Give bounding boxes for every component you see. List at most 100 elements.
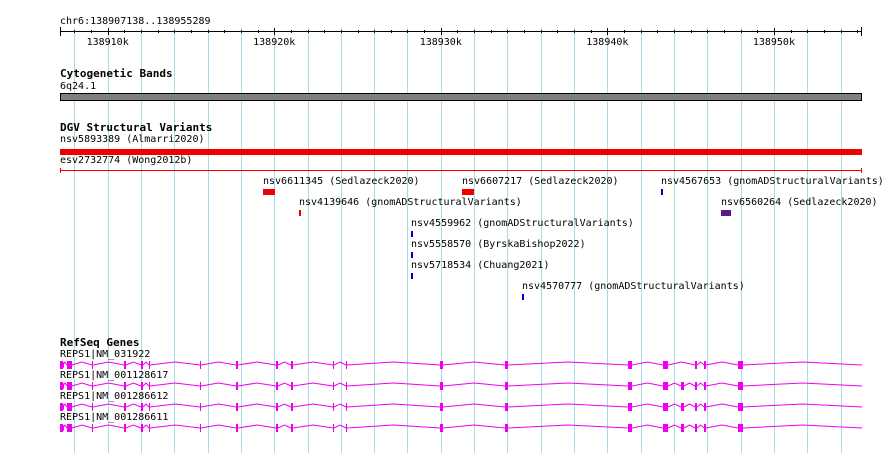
exon [149,382,150,390]
intron [277,382,292,387]
sv-feature-label[interactable]: nsv4570777 (gnomADStructuralVariants) [522,281,745,292]
intron [92,403,125,408]
sv-feature-bar[interactable] [299,210,301,216]
exon [333,424,334,432]
cytoband-label: 6q24.1 [60,81,97,92]
exon [681,403,684,411]
intron [71,403,93,408]
intron [742,361,863,366]
intron [149,361,201,366]
intron [292,403,334,408]
transcript-model[interactable] [60,360,870,370]
exon [141,382,143,390]
sv-feature-bar[interactable] [263,189,275,195]
exon [276,361,278,369]
sv-feature-label[interactable]: nsv4139646 (gnomADStructuralVariants) [299,197,522,208]
transcript-label[interactable]: REPS1|NM_001286612 [60,391,168,402]
transcript-model[interactable] [60,423,870,433]
sv-feature-label[interactable]: nsv5558570 (ByrskaBishop2022) [411,239,586,250]
exon [124,382,126,390]
sv-feature-label[interactable]: nsv6560264 (Sedlazeck2020) [721,197,878,208]
sv-feature-label[interactable]: nsv5718534 (Chuang2021) [411,260,549,271]
exon [200,361,201,369]
intron [125,424,142,429]
intron [237,361,277,366]
exon [346,361,347,369]
transcript-label[interactable]: REPS1|NM_001286611 [60,412,168,423]
exon [663,361,668,369]
intron [507,403,629,408]
intron [142,382,150,387]
exon [704,424,706,432]
exon [200,403,201,411]
sv-feature-bar[interactable] [661,189,663,195]
intron [696,361,705,366]
region-label: chr6:138907138..138955289 [60,16,211,27]
sv-feature-line [60,170,862,171]
exon [141,403,143,411]
sv-feature-label[interactable]: esv2732774 (Wong2012b) [60,155,192,166]
intron [142,424,150,429]
exon [149,424,150,432]
sv-feature-label[interactable]: nsv4567653 (gnomADStructuralVariants) [661,176,884,187]
intron [125,382,142,387]
exon [695,424,697,432]
exon [291,382,293,390]
transcript-label[interactable]: REPS1|NM_031922 [60,349,150,360]
exon [346,403,347,411]
intron [277,424,292,429]
sv-feature-label[interactable]: nsv4559962 (gnomADStructuralVariants) [411,218,634,229]
transcript-model[interactable] [60,381,870,391]
intron [92,424,125,429]
exon [67,382,72,390]
sv-feature-bar[interactable] [522,294,524,300]
exon [346,424,347,432]
intron [292,424,334,429]
intron [237,403,277,408]
cytoband-bar[interactable] [60,93,862,101]
exon [738,424,743,432]
intron [507,361,629,366]
intron [742,382,863,387]
intron [696,424,705,429]
intron [696,403,705,408]
sv-feature-bar[interactable] [60,168,862,173]
exon [738,361,743,369]
exon [505,403,508,411]
sv-feature-label[interactable]: nsv6607217 (Sedlazeck2020) [462,176,619,187]
sv-feature-bar[interactable] [721,210,731,216]
exon [628,403,632,411]
exon [67,424,72,432]
ruler-track[interactable]: 138910k 138920k 138930k 138940k 138950k [0,0,890,60]
sv-feature-label[interactable]: nsv6611345 (Sedlazeck2020) [263,176,420,187]
exon [628,382,632,390]
exon [92,382,93,390]
exon [124,424,126,432]
exon [681,424,684,432]
sv-feature-bar[interactable] [411,273,413,279]
intron [346,361,441,366]
exon [663,424,668,432]
sv-feature-label[interactable]: nsv5893389 (Almarri2020) [60,134,205,145]
exon [149,403,150,411]
intron [667,382,682,387]
exon [346,382,347,390]
intron [149,424,201,429]
genome-browser-view: 138910k 138920k 138930k 138940k 138950k chr6… [0,0,890,453]
transcript-model[interactable] [60,402,870,412]
intron [277,361,292,366]
intron [442,403,506,408]
exon [200,424,201,432]
sv-feature-bar[interactable] [411,252,413,258]
exon [67,361,72,369]
exon [440,382,443,390]
ruler-tick-label: 138910k [87,37,129,48]
transcript-label[interactable]: REPS1|NM_001128617 [60,370,168,381]
exon [92,424,93,432]
intron [346,403,441,408]
sv-feature-bar[interactable] [411,231,413,237]
exon [333,361,334,369]
sv-feature-bar[interactable] [462,189,474,195]
exon [141,424,143,432]
intron [346,424,441,429]
